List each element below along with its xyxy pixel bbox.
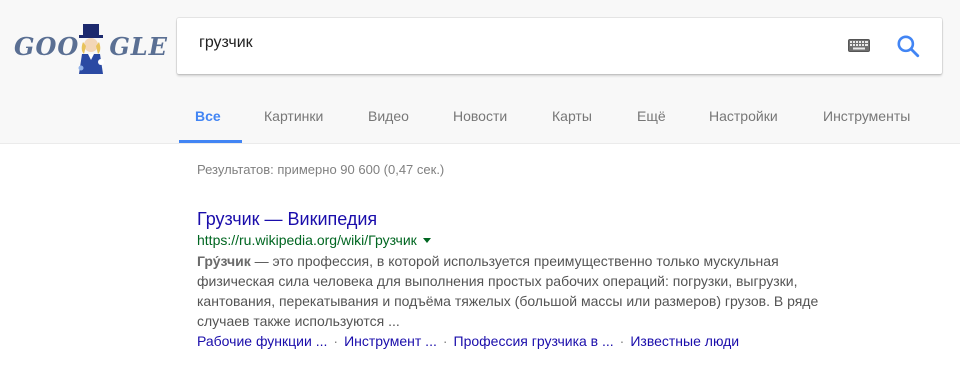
search-tabs: Все Картинки Видео Новости Карты Ещё Нас… — [0, 96, 960, 143]
active-tab-indicator — [179, 140, 242, 143]
result-stats: Результатов: примерно 90 600 (0,47 сек.) — [197, 162, 445, 177]
tab-maps[interactable]: Карты — [552, 108, 592, 124]
snippet-line-1: — это профессия, в которой используется … — [250, 253, 779, 269]
url-dropdown-arrow-icon[interactable] — [422, 238, 431, 244]
snippet-line-4: случаев также используются ... — [197, 313, 400, 329]
result-url-row: https://ru.wikipedia.org/wiki/Грузчик — [197, 231, 917, 249]
result-title-link[interactable]: Грузчик — Википедия — [197, 207, 917, 231]
tab-images[interactable]: Картинки — [264, 108, 323, 124]
tab-tools[interactable]: Инструменты — [823, 108, 910, 124]
result-snippet: Гру́зчик — это профессия, в которой испо… — [197, 251, 917, 331]
sitelinks: Рабочие функции ... · Инструмент ... · Профе… — [197, 331, 917, 351]
sitelink-tools[interactable]: Инструмент ... — [344, 333, 437, 349]
sitelink-separator: · — [619, 333, 625, 349]
doodle-figure-icon — [78, 24, 104, 74]
search-icon[interactable] — [895, 33, 921, 59]
tab-news[interactable]: Новости — [453, 108, 507, 124]
snippet-bold-term: Гру́зчик — [197, 253, 251, 269]
sitelink-profession[interactable]: Профессия грузчика в ... — [454, 333, 614, 349]
snippet-line-2: физическая сила человека для выполнения … — [197, 273, 798, 289]
tab-videos[interactable]: Видео — [368, 108, 409, 124]
sitelink-famous-people[interactable]: Известные люди — [630, 333, 739, 349]
search-input[interactable] — [199, 34, 799, 52]
result-url: https://ru.wikipedia.org/wiki/Грузчик — [197, 232, 417, 248]
search-box — [177, 18, 942, 74]
google-doodle-logo[interactable]: GOO GLE — [14, 24, 167, 74]
header: GOO GLE грузчик Все Картинки Видео Новос… — [0, 0, 960, 144]
sitelink-separator: · — [442, 333, 448, 349]
tab-more[interactable]: Ещё — [637, 108, 666, 124]
snippet-line-3: кантования, перекатывания и подъёма тяже… — [197, 293, 819, 309]
tab-settings[interactable]: Настройки — [709, 108, 778, 124]
search-result: Грузчик — Википедия https://ru.wikipedia… — [197, 207, 917, 351]
keyboard-icon[interactable] — [848, 39, 870, 52]
sitelink-work-functions[interactable]: Рабочие функции ... — [197, 333, 327, 349]
tab-all[interactable]: Все — [195, 108, 221, 124]
sitelink-separator: · — [333, 333, 339, 349]
